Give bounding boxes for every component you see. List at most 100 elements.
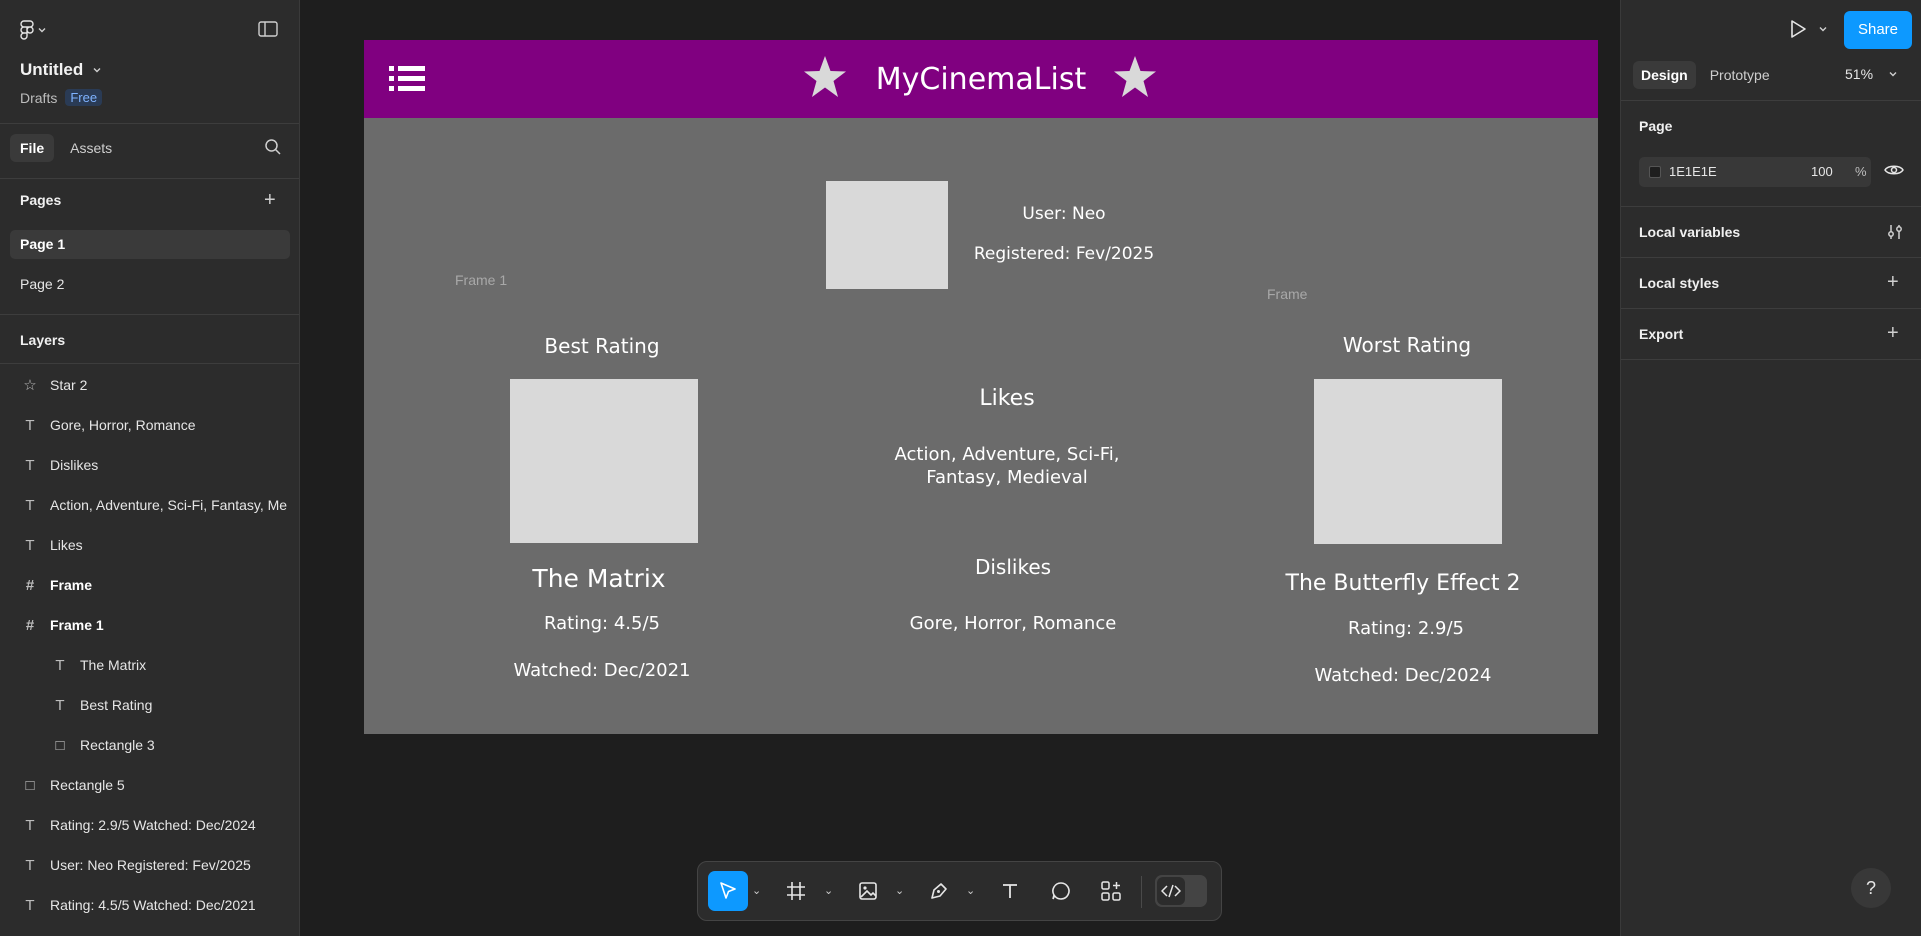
divider: [1621, 308, 1921, 309]
zoom-dropdown[interactable]: 51%: [1845, 66, 1897, 82]
search-icon[interactable]: [264, 138, 282, 156]
likes-list-line2: Fantasy, Medieval: [926, 467, 1088, 488]
layer-row[interactable]: T Rating: 4.5/5 Watched: Dec/2021: [0, 885, 299, 925]
layer-row[interactable]: T Dislikes: [0, 445, 299, 485]
best-rating-heading: Best Rating: [544, 334, 660, 358]
opacity-unit: %: [1855, 164, 1867, 179]
add-page-icon[interactable]: +: [264, 190, 276, 210]
sidebar-toggle-icon[interactable]: [258, 20, 278, 38]
best-movie-title: The Matrix: [532, 564, 666, 593]
chevron-down-icon[interactable]: ⌄: [966, 884, 975, 897]
user-registered: Registered: Fev/2025: [973, 244, 1155, 264]
divider: [1621, 206, 1921, 207]
layer-row[interactable]: # Frame 1: [0, 605, 299, 645]
layer-row[interactable]: □ Rectangle 3: [0, 725, 299, 765]
page-item-1[interactable]: Page 1: [10, 230, 290, 259]
comment-tool-button[interactable]: [1041, 871, 1081, 911]
layer-row[interactable]: ☆ Star 2: [0, 365, 299, 405]
color-swatch[interactable]: [1649, 166, 1661, 178]
export-heading[interactable]: Export: [1639, 326, 1683, 342]
zoom-value: 51%: [1845, 66, 1874, 82]
add-style-icon[interactable]: +: [1887, 272, 1899, 292]
tab-design[interactable]: Design: [1633, 61, 1696, 89]
dislikes-heading: Dislikes: [974, 555, 1052, 579]
right-panel: Share Design Prototype 51% Page 1E1E1E 1…: [1620, 0, 1921, 936]
bottom-toolbar: ⌄ ⌄ ⌄ ⌄: [697, 861, 1222, 921]
layer-row[interactable]: T User: Neo Registered: Fev/2025: [0, 845, 299, 885]
artboard[interactable]: MyCinemaList Frame 1 Frame User: Neo Reg…: [364, 40, 1598, 734]
chevron-down-icon: [38, 28, 46, 33]
tab-prototype[interactable]: Prototype: [1702, 61, 1778, 89]
layer-row[interactable]: T Best Rating: [0, 685, 299, 725]
pen-tool-button[interactable]: [919, 871, 959, 911]
left-panel: Untitled Drafts Free File Assets Pages +…: [0, 0, 300, 936]
app-header-bar: MyCinemaList: [364, 40, 1598, 118]
local-variables-heading[interactable]: Local variables: [1639, 224, 1740, 240]
layer-label: Dislikes: [50, 457, 99, 473]
page-color-field[interactable]: 1E1E1E 100 %: [1639, 157, 1871, 187]
drafts-label[interactable]: Drafts: [20, 90, 57, 106]
page-opacity[interactable]: 100: [1811, 164, 1833, 179]
tab-file[interactable]: File: [10, 134, 55, 162]
layer-label: Rectangle 5: [50, 777, 125, 793]
dev-mode-toggle[interactable]: [1155, 875, 1207, 907]
figma-logo-icon: [20, 20, 34, 40]
text-icon: T: [25, 856, 35, 874]
worst-rating-heading: Worst Rating: [1342, 333, 1472, 357]
pages-heading: Pages: [20, 192, 62, 208]
best-movie-poster-placeholder: [510, 379, 698, 543]
chevron-down-icon[interactable]: ⌄: [824, 884, 833, 897]
layer-row[interactable]: # Frame: [0, 565, 299, 605]
best-movie-watched: Watched: Dec/2021: [513, 660, 691, 681]
divider: [1621, 100, 1921, 101]
frame-label-frame1[interactable]: Frame 1: [455, 272, 507, 288]
variables-icon[interactable]: [1886, 223, 1904, 241]
text-icon: T: [25, 816, 35, 834]
eye-icon[interactable]: [1884, 163, 1904, 177]
page-item-2[interactable]: Page 2: [10, 270, 290, 299]
layer-row[interactable]: T Action, Adventure, Sci-Fi, Fantasy, Me: [0, 485, 299, 525]
divider: [1621, 257, 1921, 258]
text-icon: T: [55, 656, 65, 674]
page-color-hex[interactable]: 1E1E1E: [1669, 164, 1717, 179]
move-tool-button[interactable]: [708, 871, 748, 911]
layer-label: Likes: [50, 537, 83, 553]
likes-heading: Likes: [979, 386, 1035, 411]
rectangle-icon: □: [55, 736, 65, 754]
local-styles-heading[interactable]: Local styles: [1639, 275, 1719, 291]
canvas[interactable]: MyCinemaList Frame 1 Frame User: Neo Reg…: [301, 0, 1619, 936]
frame-label-frame[interactable]: Frame: [1267, 286, 1307, 302]
chevron-down-icon[interactable]: ⌄: [752, 884, 761, 897]
layer-label: Rating: 4.5/5 Watched: Dec/2021: [50, 897, 256, 913]
layer-row[interactable]: T Gore, Horror, Romance: [0, 405, 299, 445]
file-title-text: Untitled: [20, 60, 84, 79]
divider: [0, 314, 299, 315]
layer-row[interactable]: □ Rectangle 5: [0, 765, 299, 805]
image-tool-button[interactable]: [848, 871, 888, 911]
divider: [0, 363, 299, 364]
frame-tool-button[interactable]: [776, 871, 816, 911]
layer-row[interactable]: T Rating: 2.9/5 Watched: Dec/2024: [0, 805, 299, 845]
page-section-heading: Page: [1639, 118, 1673, 134]
actions-tool-button[interactable]: [1091, 871, 1131, 911]
present-button[interactable]: [1789, 19, 1827, 39]
add-export-icon[interactable]: +: [1887, 323, 1899, 343]
left-topbar: [0, 0, 299, 60]
frame-icon: #: [25, 616, 35, 634]
text-tool-button[interactable]: [990, 871, 1030, 911]
chevron-down-icon[interactable]: ⌄: [895, 884, 904, 897]
text-icon: T: [25, 896, 35, 914]
divider: [1621, 359, 1921, 360]
layers-heading: Layers: [20, 332, 66, 348]
share-button[interactable]: Share: [1844, 11, 1912, 49]
file-title[interactable]: Untitled: [20, 60, 101, 80]
tab-assets[interactable]: Assets: [60, 134, 122, 162]
pen-icon: [931, 883, 947, 899]
help-button[interactable]: ?: [1851, 868, 1891, 908]
layer-row[interactable]: T Likes: [0, 525, 299, 565]
layer-label: Star 2: [50, 377, 88, 393]
main-menu-button[interactable]: [20, 20, 46, 40]
inspector-tabs: Design Prototype: [1633, 61, 1778, 89]
layer-label: Rating: 2.9/5 Watched: Dec/2024: [50, 817, 256, 833]
layer-row[interactable]: T The Matrix: [0, 645, 299, 685]
